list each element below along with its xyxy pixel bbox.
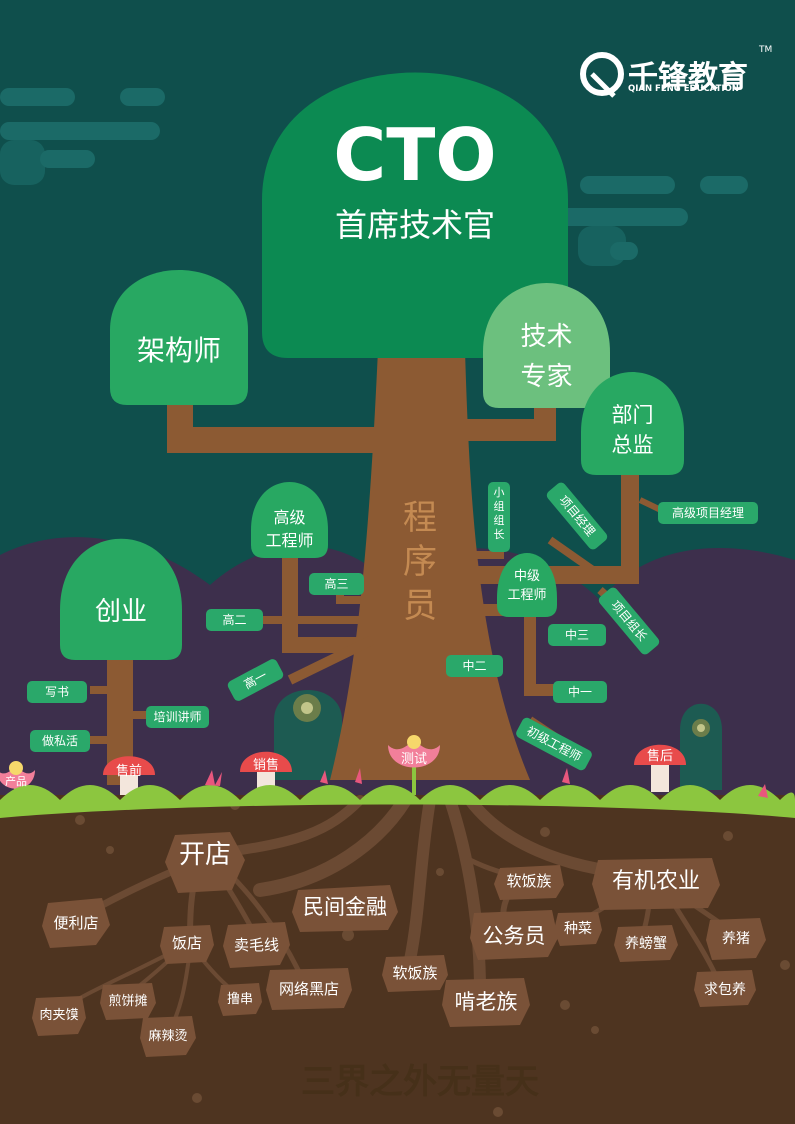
- pill-zhong-yi: 中一: [553, 681, 607, 703]
- root-raise-pigs: 养猪: [722, 931, 750, 947]
- pill-write-book: 写书: [27, 681, 87, 703]
- root-skewers: 撸串: [226, 992, 253, 1007]
- pill-team-lead: 小 组 组 长: [488, 482, 510, 552]
- root-jianbing: 煎饼摊: [108, 994, 148, 1009]
- mid-label-line2: 工程师: [507, 588, 547, 603]
- architect-label: 架构师: [136, 334, 221, 367]
- tech-expert-label-line2: 专家: [520, 362, 573, 392]
- cto-subtitle: 首席技术官: [334, 206, 495, 244]
- root-grow-vegetables: 种菜: [564, 921, 592, 937]
- pill-zhong-san: 中三: [548, 624, 606, 646]
- root-civil-servant: 公务员: [482, 924, 546, 948]
- mushroom-label-product: 产品: [5, 775, 27, 788]
- root-online-black-shop: 网络黑店: [278, 980, 339, 998]
- root-raise-crabs: 养螃蟹: [625, 936, 667, 952]
- mid-label-line1: 中级: [513, 569, 540, 584]
- pod-right: [680, 703, 722, 790]
- root-organic-farming: 有机农业: [611, 869, 700, 894]
- root-sell-yarn: 卖毛线: [233, 936, 279, 954]
- pill-zhong-er: 中二: [446, 655, 503, 677]
- root-roujiamo: 肉夹馍: [39, 1008, 79, 1023]
- pill-senior-project-manager: 高级项目经理: [658, 502, 758, 524]
- root-begging: 求包养: [704, 982, 746, 998]
- root-soft-rice-1: 软饭族: [506, 872, 552, 890]
- pill-team-lead-char: 小: [493, 486, 505, 499]
- mushroom-label-presale: 售前: [115, 764, 142, 779]
- mushroom-label-testing: 测试: [400, 752, 427, 767]
- dept-head-label-line1: 部门: [611, 403, 654, 427]
- root-open-shop: 开店: [178, 840, 231, 870]
- footer-slogan: 三界之外无量天: [301, 1062, 539, 1102]
- mushroom-label-aftersale: 售后: [646, 749, 673, 764]
- startup-label: 创业: [94, 597, 147, 627]
- pill-team-lead-char: 组: [493, 500, 505, 513]
- cto-title: CTO: [333, 113, 497, 197]
- root-restaurant: 饭店: [171, 934, 202, 952]
- trunk-label-char-3: 员: [403, 586, 437, 626]
- trademark-mark: TM: [759, 45, 773, 55]
- mushroom-label-sales: 销售: [252, 758, 279, 773]
- pill-trainer: 培训讲师: [146, 706, 209, 728]
- pill-gao-san: 高三: [309, 573, 364, 595]
- poster: 千锋教育 QIAN FENG EDUCATION TM CTO 首席技术官 架构…: [0, 0, 795, 1124]
- pill-side-job: 做私活: [30, 730, 90, 752]
- trunk-label-char-1: 程: [403, 498, 437, 538]
- senior-label-line2: 工程师: [265, 531, 314, 550]
- brand-tagline: QIAN FENG EDUCATION: [628, 84, 739, 94]
- root-soft-rice-2: 软饭族: [392, 964, 438, 982]
- root-convenience-store: 便利店: [53, 914, 99, 932]
- root-private-finance: 民间金融: [303, 895, 387, 919]
- tech-expert-label-line1: 技术: [520, 322, 573, 352]
- trunk-label-char-2: 序: [403, 542, 437, 582]
- dept-head-label-line2: 总监: [611, 433, 654, 457]
- root-neet: 啃老族: [454, 990, 518, 1014]
- root-malatang: 麻辣烫: [148, 1029, 188, 1044]
- pill-team-lead-char: 组: [493, 514, 505, 527]
- pill-team-lead-char: 长: [493, 528, 505, 541]
- senior-label-line1: 高级: [273, 508, 306, 527]
- pill-gao-er: 高二: [206, 609, 263, 631]
